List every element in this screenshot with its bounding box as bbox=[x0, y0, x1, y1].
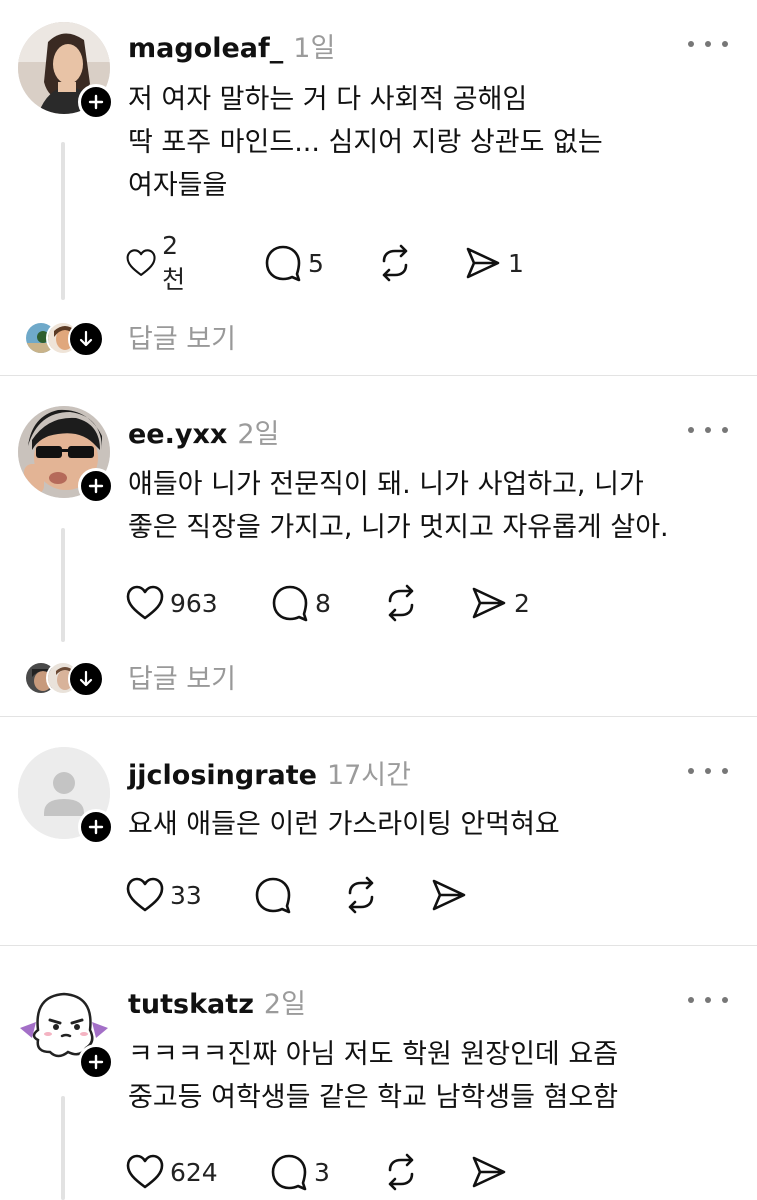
share-button[interactable] bbox=[470, 1152, 508, 1192]
like-button[interactable]: 624 bbox=[126, 1152, 218, 1192]
like-button[interactable]: 2천 bbox=[126, 231, 193, 294]
plus-icon bbox=[88, 819, 104, 835]
send-icon bbox=[472, 587, 506, 619]
heart-icon bbox=[126, 1154, 164, 1189]
comment-bubble-icon bbox=[272, 585, 308, 622]
share-button[interactable] bbox=[430, 875, 468, 915]
plus-icon bbox=[88, 1054, 104, 1070]
follow-button[interactable] bbox=[78, 809, 114, 845]
post-tutskatz: tutskatz 2일 ㅋㅋㅋㅋ진짜 아님 저도 학원 원장인데 요즘 중고등 … bbox=[0, 946, 757, 1200]
comment-count: 8 bbox=[315, 588, 331, 618]
view-replies-label[interactable]: 답글 보기 bbox=[128, 317, 236, 356]
arrow-down-icon bbox=[79, 670, 93, 687]
more-options-button[interactable] bbox=[688, 420, 728, 440]
post-text: 얘들아 니가 전문직이 돼. 니가 사업하고, 니가 좋은 직장을 가지고, 니… bbox=[128, 463, 738, 549]
avatar-wrap[interactable] bbox=[18, 747, 114, 845]
repost-icon bbox=[388, 584, 414, 622]
username[interactable]: tutskatz bbox=[128, 989, 254, 1020]
send-icon bbox=[466, 247, 500, 279]
post-text: ㅋㅋㅋㅋ진짜 아님 저도 학원 원장인데 요즘 중고등 여학생들 같은 학교 남… bbox=[128, 1033, 738, 1119]
heart-icon bbox=[126, 249, 156, 276]
thread-line bbox=[61, 1096, 65, 1200]
post-header: ee.yxx 2일 bbox=[128, 412, 279, 451]
repost-button[interactable] bbox=[382, 1152, 420, 1192]
username[interactable]: jjclosingrate bbox=[128, 760, 317, 791]
expand-replies-button[interactable] bbox=[68, 321, 104, 357]
timestamp: 2일 bbox=[263, 989, 306, 1020]
comment-bubble-icon bbox=[255, 877, 291, 914]
post-magoleaf: magoleaf_ 1일 저 여자 말하는 거 다 사회적 공해임 딱 포주 마… bbox=[0, 0, 757, 375]
view-replies-label[interactable]: 답글 보기 bbox=[128, 657, 236, 696]
avatar-wrap[interactable] bbox=[18, 406, 114, 504]
more-dots-icon bbox=[688, 997, 694, 1003]
follow-button[interactable] bbox=[78, 468, 114, 504]
arrow-down-icon bbox=[79, 330, 93, 347]
post-text: 저 여자 말하는 거 다 사회적 공해임 딱 포주 마인드... 심지어 지랑 … bbox=[128, 78, 738, 207]
comment-button[interactable]: 5 bbox=[264, 243, 324, 283]
more-dots-icon bbox=[688, 768, 694, 774]
share-count: 1 bbox=[508, 248, 524, 278]
comment-count: 3 bbox=[314, 1157, 330, 1187]
comment-count: 5 bbox=[308, 248, 324, 278]
heart-icon bbox=[126, 585, 164, 620]
comment-bubble-icon bbox=[265, 245, 301, 282]
plus-icon bbox=[88, 94, 104, 110]
text-line: 요새 애들은 이런 가스라이팅 안먹혀요 bbox=[128, 809, 560, 840]
thread-line bbox=[61, 142, 65, 300]
expand-replies-button[interactable] bbox=[68, 661, 104, 697]
follow-button[interactable] bbox=[78, 1044, 114, 1080]
text-line: 얘들아 니가 전문직이 돼. 니가 사업하고, 니가 bbox=[128, 469, 644, 500]
text-line: 딱 포주 마인드... 심지어 지랑 상관도 없는 bbox=[128, 127, 603, 158]
post-jjclosingrate: jjclosingrate 17시간 요새 애들은 이런 가스라이팅 안먹혀요 … bbox=[0, 717, 757, 945]
text-line: 중고등 여학생들 같은 학교 남학생들 혐오함 bbox=[128, 1082, 619, 1113]
post-header: jjclosingrate 17시간 bbox=[128, 753, 411, 792]
post-header: tutskatz 2일 bbox=[128, 982, 306, 1021]
send-icon bbox=[432, 879, 466, 911]
avatar-wrap[interactable] bbox=[18, 982, 114, 1080]
like-count: 2천 bbox=[162, 230, 186, 294]
repost-icon bbox=[382, 244, 408, 282]
comment-button[interactable]: 8 bbox=[271, 583, 331, 623]
like-count: 963 bbox=[170, 588, 218, 618]
share-button[interactable]: 2 bbox=[470, 583, 530, 623]
like-button[interactable]: 33 bbox=[126, 875, 202, 915]
follow-button[interactable] bbox=[78, 84, 114, 120]
text-line: 좋은 직장을 가지고, 니가 멋지고 자유롭게 살아. bbox=[128, 512, 669, 543]
avatar-wrap[interactable] bbox=[18, 22, 114, 120]
more-dots-icon bbox=[688, 427, 694, 433]
repost-icon bbox=[348, 876, 374, 914]
share-button[interactable]: 1 bbox=[464, 243, 524, 283]
like-count: 624 bbox=[170, 1157, 218, 1187]
comment-button[interactable]: 3 bbox=[270, 1152, 330, 1192]
text-line: 저 여자 말하는 거 다 사회적 공해임 bbox=[128, 84, 528, 115]
like-button[interactable]: 963 bbox=[126, 583, 218, 623]
heart-icon bbox=[126, 877, 164, 912]
more-options-button[interactable] bbox=[688, 761, 728, 781]
comment-bubble-icon bbox=[271, 1154, 307, 1191]
repost-button[interactable] bbox=[382, 583, 420, 623]
thread-line bbox=[61, 528, 65, 642]
username[interactable]: ee.yxx bbox=[128, 419, 227, 450]
comment-button[interactable] bbox=[254, 875, 292, 915]
repost-button[interactable] bbox=[342, 875, 380, 915]
post-text: 요새 애들은 이런 가스라이팅 안먹혀요 bbox=[128, 803, 738, 846]
repost-button[interactable] bbox=[376, 243, 414, 283]
text-line: ㅋㅋㅋㅋ진짜 아님 저도 학원 원장인데 요즘 bbox=[128, 1039, 619, 1070]
plus-icon bbox=[88, 478, 104, 494]
more-options-button[interactable] bbox=[688, 990, 728, 1010]
like-count: 33 bbox=[170, 880, 202, 910]
timestamp: 2일 bbox=[237, 419, 280, 450]
timestamp: 1일 bbox=[293, 33, 336, 64]
timestamp: 17시간 bbox=[326, 760, 411, 791]
repost-icon bbox=[388, 1153, 414, 1191]
username[interactable]: magoleaf_ bbox=[128, 33, 283, 64]
more-options-button[interactable] bbox=[688, 34, 728, 54]
text-line: 여자들을 bbox=[128, 170, 228, 201]
post-header: magoleaf_ 1일 bbox=[128, 26, 335, 65]
share-count: 2 bbox=[514, 588, 530, 618]
more-dots-icon bbox=[688, 41, 694, 47]
send-icon bbox=[472, 1156, 506, 1188]
post-ee-yxx: ee.yxx 2일 얘들아 니가 전문직이 돼. 니가 사업하고, 니가 좋은 … bbox=[0, 376, 757, 716]
